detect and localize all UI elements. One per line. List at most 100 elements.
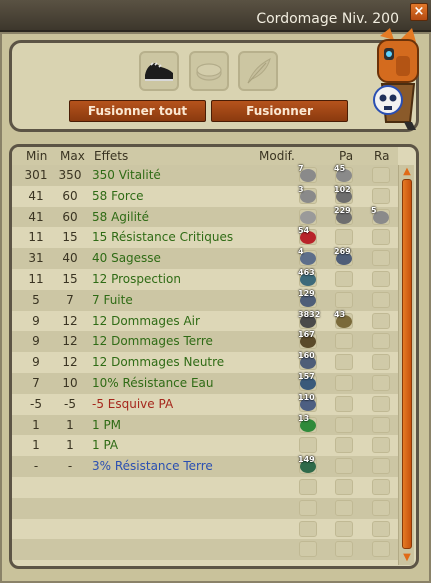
rune-slot-modif[interactable]	[299, 478, 317, 495]
table-row[interactable]: 41 60 58 Force 3 102	[12, 185, 398, 207]
table-row[interactable]: - - 3% Résistance Terre 149	[12, 455, 398, 477]
item-slot-feather[interactable]	[238, 51, 278, 91]
rune-count: 167	[298, 330, 315, 340]
rune-icon[interactable]: 3	[298, 185, 318, 205]
scroll-thumb[interactable]	[402, 179, 412, 549]
rune-icon[interactable]: 157	[298, 372, 318, 392]
rune-icon[interactable]: 54	[298, 226, 318, 246]
table-row[interactable]: 41 60 58 Agilité 229 5	[12, 205, 398, 228]
rune-count: 45	[334, 164, 346, 173]
rune-slot-ra[interactable]	[372, 250, 390, 267]
rune-slot-ra[interactable]	[372, 374, 390, 391]
table-row[interactable]	[12, 497, 398, 519]
cell-min: 1	[32, 417, 40, 432]
rune-icon[interactable]: 129	[298, 289, 318, 309]
rune-slot-modif[interactable]	[299, 520, 317, 537]
rune-slot-ra[interactable]	[372, 478, 390, 495]
rune-slot-ra[interactable]	[372, 416, 390, 433]
rune-count: 13	[298, 413, 310, 423]
rune-slot-ra[interactable]	[372, 229, 390, 246]
rune-slot-pa[interactable]	[335, 541, 353, 558]
rune-slot-modif[interactable]	[299, 499, 317, 516]
rune-slot-pa[interactable]	[335, 437, 353, 454]
table-row[interactable]: 1 1 1 PM 13	[12, 413, 398, 436]
rune-slot-pa[interactable]	[335, 229, 353, 246]
rune-icon[interactable]: 7	[298, 164, 318, 184]
rune-slot-pa[interactable]	[335, 478, 353, 495]
rune-slot-ra[interactable]	[372, 187, 390, 204]
table-row[interactable]: 5 7 7 Fuite 129	[12, 289, 398, 311]
rune-slot-modif[interactable]	[299, 437, 317, 454]
table-row[interactable]: -5 -5 -5 Esquive PA 110	[12, 393, 398, 415]
rune-slot-pa[interactable]	[335, 458, 353, 475]
rune-icon[interactable]: 167	[298, 330, 318, 350]
item-slot-stone[interactable]	[189, 51, 229, 91]
rune-slot-pa[interactable]	[335, 333, 353, 350]
rune-slot-ra[interactable]	[372, 499, 390, 516]
window-title: Cordomage Niv. 200	[256, 11, 399, 27]
rune-count: 160	[298, 351, 315, 361]
table-row[interactable]: 1 1 1 PA	[12, 435, 398, 457]
rune-slot-ra[interactable]	[372, 520, 390, 537]
rune-slot-ra[interactable]	[372, 458, 390, 475]
rune-slot-ra[interactable]	[372, 167, 390, 183]
rune-slot-pa[interactable]	[335, 520, 353, 537]
scroll-down-icon[interactable]: ▼	[401, 553, 413, 563]
table-row[interactable]	[12, 518, 398, 540]
rune-slot-ra[interactable]	[372, 437, 390, 454]
rune-slot-pa[interactable]	[335, 354, 353, 371]
close-button[interactable]: ×	[410, 3, 428, 21]
rune-icon[interactable]: 110	[298, 393, 318, 413]
table-row[interactable]: 11 15 12 Prospection 463	[12, 268, 398, 290]
scroll-up-icon[interactable]: ▲	[401, 167, 413, 177]
table-row[interactable]: 9 12 12 Dommages Terre 167	[12, 330, 398, 353]
rune-slot-pa[interactable]	[335, 270, 353, 287]
item-slot-shoe[interactable]	[139, 51, 179, 91]
fuse-button[interactable]: Fusionner	[211, 100, 348, 122]
rune-slot-ra[interactable]	[372, 395, 390, 412]
table-row[interactable]: 11 15 15 Résistance Critiques 54	[12, 226, 398, 249]
rune-count: 229	[334, 205, 351, 215]
rune-icon[interactable]	[298, 208, 318, 226]
rune-slot-ra[interactable]	[372, 312, 390, 329]
rune-slot-pa[interactable]	[335, 395, 353, 412]
table-row[interactable]: 9 12 12 Dommages Air 3832 43	[12, 310, 398, 332]
rune-icon[interactable]: 463	[298, 268, 318, 288]
rune-slot-ra[interactable]	[372, 354, 390, 371]
rune-slot-ra[interactable]	[372, 541, 390, 558]
shoe-icon	[145, 62, 173, 81]
rune-icon[interactable]: 102	[334, 185, 354, 205]
rune-icon[interactable]: 4	[298, 247, 318, 267]
table-row[interactable]: 31 40 40 Sagesse 4 269	[12, 247, 398, 269]
rune-slot-pa[interactable]	[335, 374, 353, 391]
cell-effect: 350 Vitalité	[92, 168, 161, 182]
fuse-all-button[interactable]: Fusionner tout	[69, 100, 206, 122]
table-row[interactable]	[12, 476, 398, 498]
rune-icon[interactable]: 149	[298, 455, 318, 475]
table-row[interactable]: 7 10 10% Résistance Eau 157	[12, 372, 398, 394]
cell-max: 40	[62, 251, 78, 266]
rune-slot-ra[interactable]	[372, 333, 390, 350]
rune-slot-pa[interactable]	[335, 499, 353, 516]
table-row[interactable]: 9 12 12 Dommages Neutre 160	[12, 351, 398, 373]
cell-max: 15	[62, 230, 78, 245]
rune-count: 5	[371, 205, 377, 215]
rune-icon[interactable]: 269	[334, 247, 354, 267]
rune-icon[interactable]: 45	[334, 164, 354, 184]
table-row[interactable]	[12, 539, 398, 561]
rune-slot-modif[interactable]	[299, 541, 317, 558]
rune-icon[interactable]: 43	[334, 310, 354, 330]
rune-icon[interactable]: 5	[371, 205, 391, 226]
rune-icon[interactable]: 3832	[298, 310, 320, 330]
rune-icon[interactable]: 229	[334, 205, 354, 226]
rune-slot-ra[interactable]	[372, 270, 390, 287]
rune-slot-ra[interactable]	[372, 291, 390, 308]
rune-icon[interactable]: 160	[298, 351, 318, 371]
table-row[interactable]: 301 350 350 Vitalité 7 45	[12, 164, 398, 186]
cell-min: 9	[32, 334, 40, 349]
rune-slot-pa[interactable]	[335, 416, 353, 433]
scrollbar[interactable]: ▲ ▼	[398, 165, 414, 565]
cell-effect: 12 Dommages Terre	[92, 334, 213, 349]
rune-icon[interactable]: 13	[298, 413, 318, 434]
rune-slot-pa[interactable]	[335, 291, 353, 308]
